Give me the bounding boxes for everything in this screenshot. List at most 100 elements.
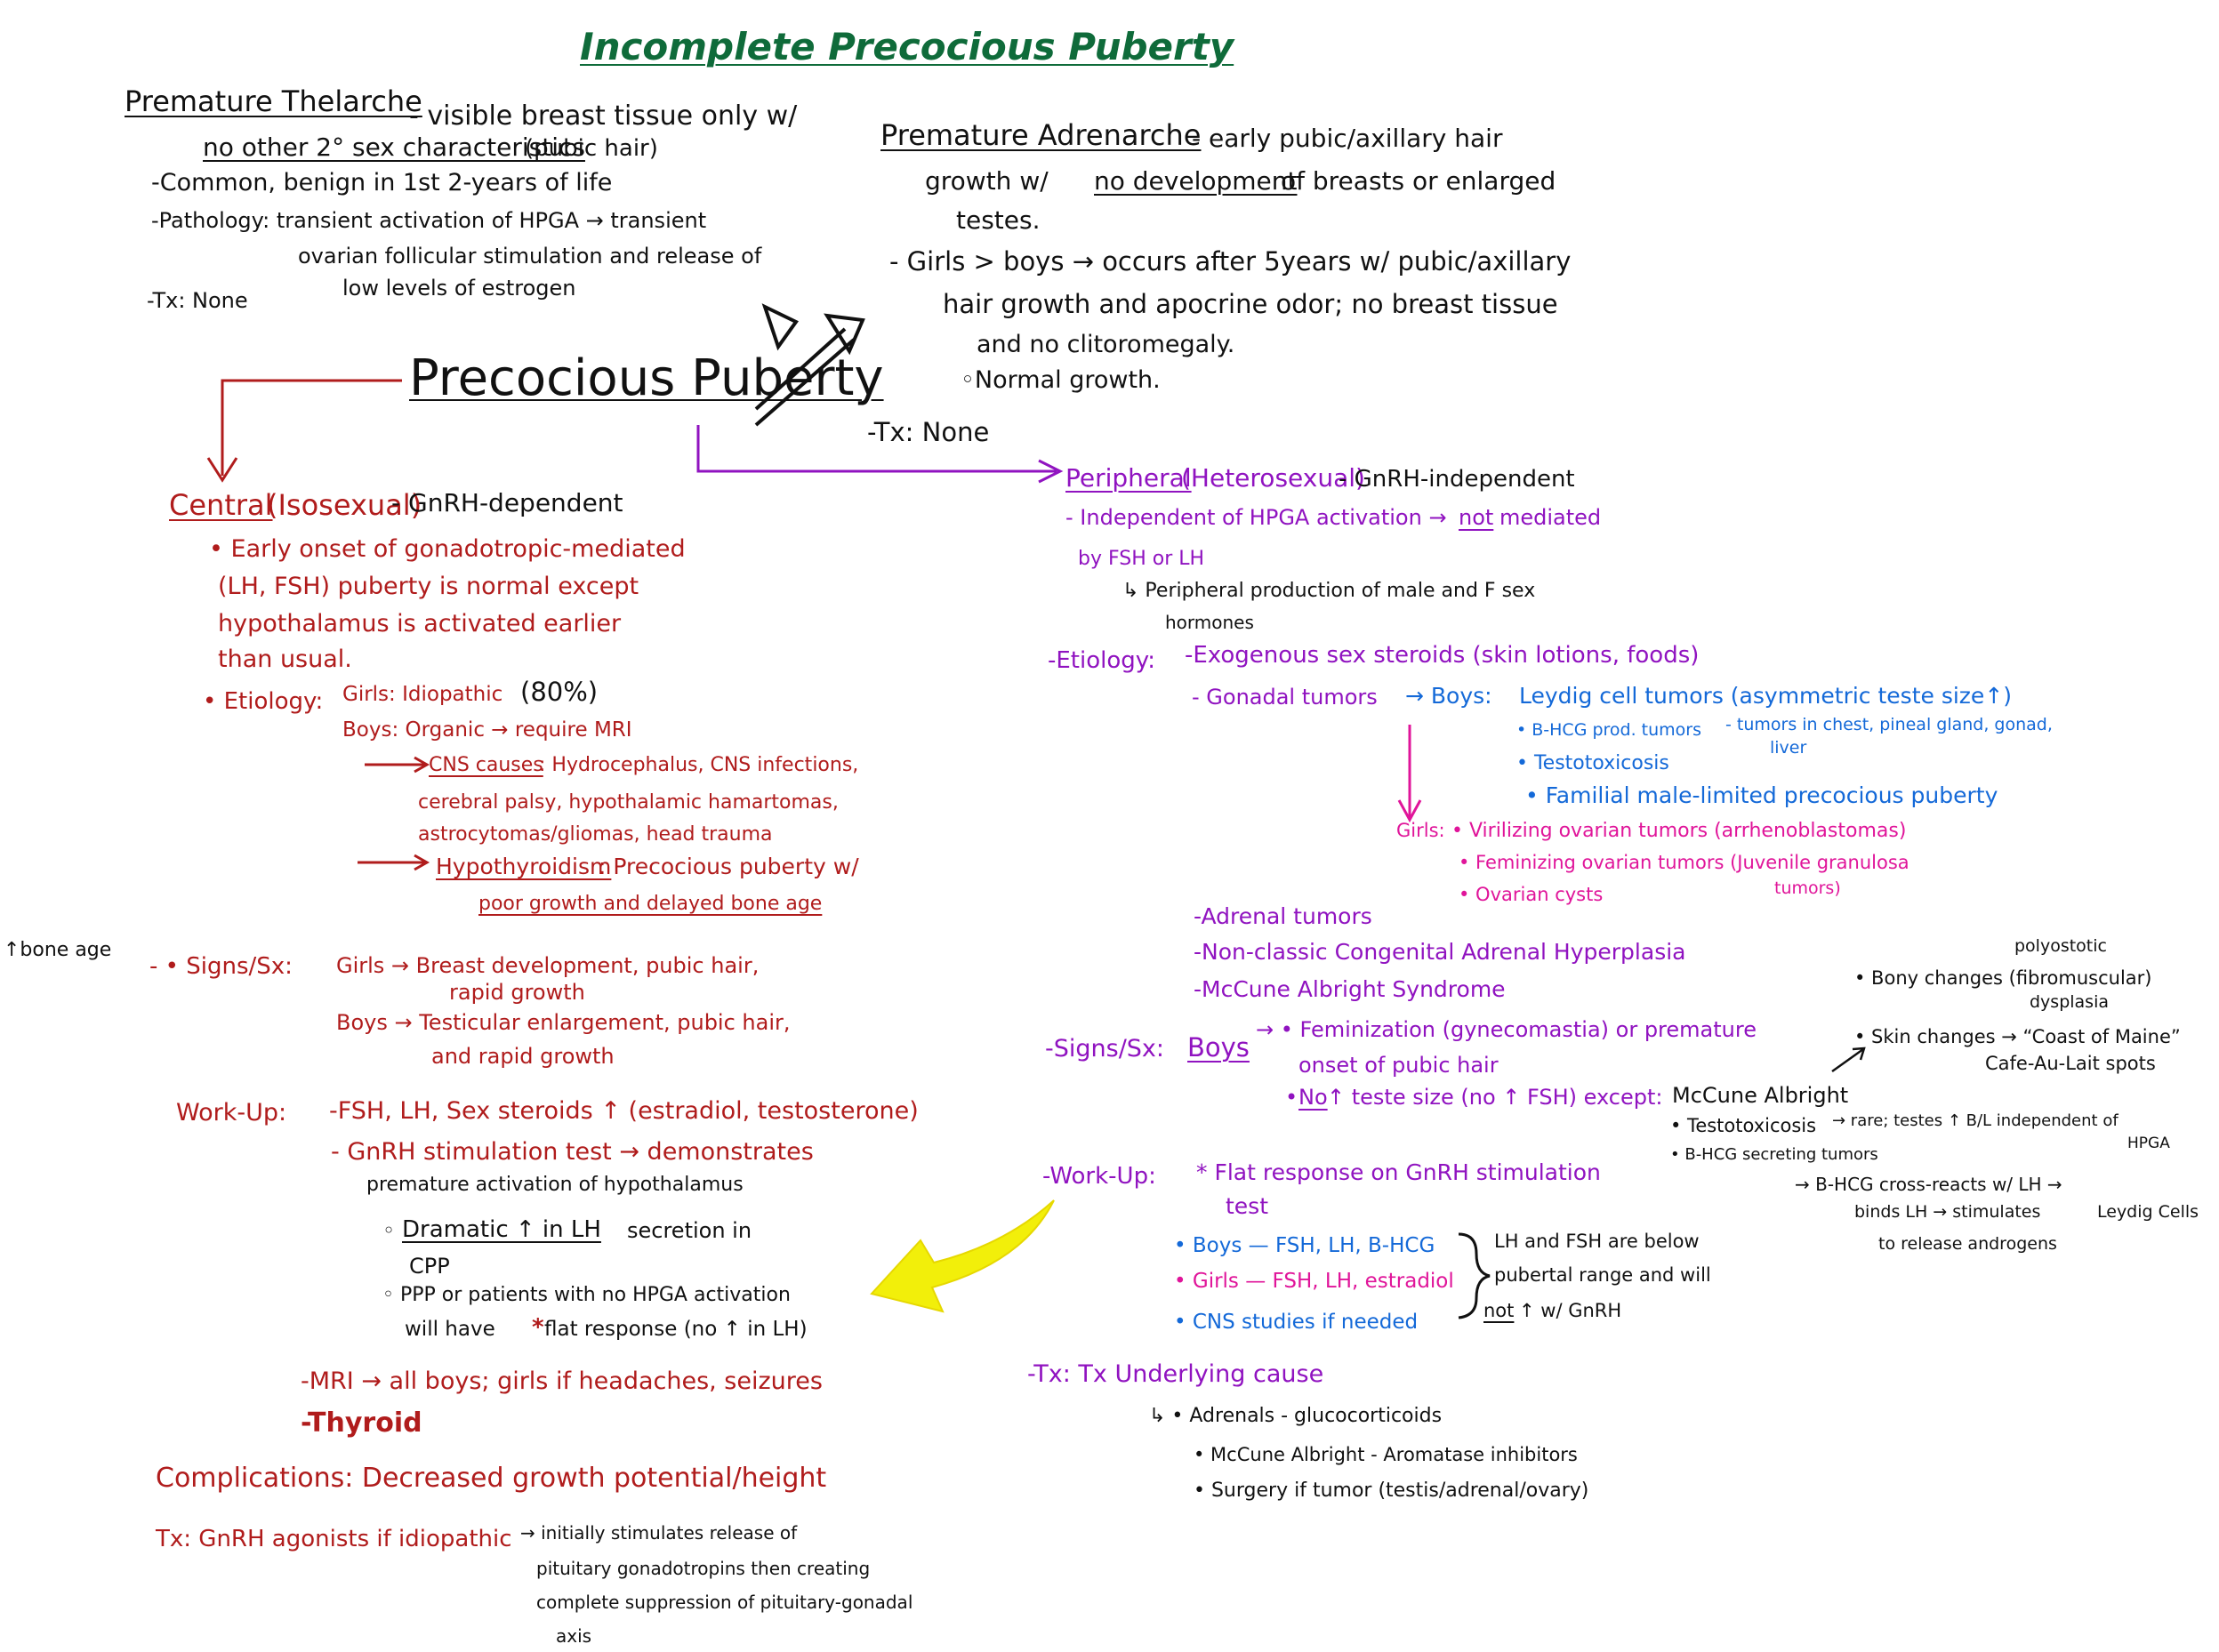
mccune-label: McCune Albright	[1672, 1083, 1849, 1108]
girls-label: Girls:	[1396, 820, 1445, 841]
main-title: Precocious Puberty	[409, 349, 884, 407]
peripheral-signs: onset of pubic hair	[1298, 1053, 1499, 1078]
peripheral-tx: ↳ • Adrenals - glucocorticoids	[1149, 1405, 1443, 1427]
peripheral-tx: • Surgery if tumor (testis/adrenal/ovary…	[1194, 1480, 1589, 1502]
peripheral-etiology-label: -Etiology:	[1048, 647, 1156, 674]
central-workup: - GnRH stimulation test → demonstrates	[331, 1138, 814, 1166]
cns-causes: astrocytomas/gliomas, head trauma	[418, 823, 773, 846]
page-title: Incomplete Precocious Puberty	[580, 25, 1234, 68]
peripheral-desc: not	[1459, 505, 1494, 530]
girls-etiology: • Virilizing ovarian tumors (arrhenoblas…	[1451, 820, 1907, 842]
thelarche-line: -Common, benign in 1st 2-years of life	[151, 169, 613, 196]
peripheral-signs: ↑ teste size (no ↑ FSH) except:	[1327, 1085, 1663, 1110]
peripheral-etiology: -Exogenous sex steroids (skin lotions, f…	[1185, 642, 1700, 669]
central-signs-boys: Boys → Testicular enlargement, pubic hai…	[336, 1010, 791, 1035]
boys-etiology: • Familial male-limited precocious puber…	[1525, 782, 1998, 808]
brace-note: LH and FSH are below	[1494, 1231, 1700, 1252]
thelarche-heading: Premature Thelarche	[125, 84, 422, 118]
central-desc: • Early onset of gonadotropic-mediated	[209, 535, 686, 563]
central-thyroid: -Thyroid	[301, 1407, 422, 1439]
peripheral-signs: No	[1298, 1085, 1328, 1110]
cns-causes: cerebral palsy, hypothalamic hamartomas,	[418, 791, 839, 814]
mccune-bony: polyostotic	[2014, 936, 2107, 956]
central-arrow	[221, 379, 402, 476]
central-etiology-girls: Girls: Idiopathic	[342, 683, 503, 706]
central-dependency: - GnRH-dependent	[391, 488, 623, 517]
central-tx-label: Tx: GnRH agonists if idiopathic	[156, 1526, 512, 1552]
central-workup: premature activation of hypothalamus	[366, 1174, 744, 1196]
peripheral-tx-label: -Tx: Tx Underlying cause	[1027, 1360, 1324, 1388]
peripheral-workup: * Flat response on GnRH stimulation	[1196, 1159, 1601, 1185]
thelarche-line: (pubic hair)	[525, 135, 658, 162]
central-signs-label: - • Signs/Sx:	[149, 953, 293, 980]
adrenarche-line: ◦Normal growth.	[961, 366, 1161, 394]
adrenarche-line: testes.	[956, 205, 1041, 235]
mccune-bony: • Bony changes (fibromuscular)	[1854, 967, 2152, 989]
mccune-bhcg: • B-HCG secreting tumors	[1670, 1145, 1878, 1164]
central-workup: ◦	[382, 1218, 396, 1243]
peripheral-signs: •	[1285, 1085, 1298, 1110]
adrenarche-line: no development	[1094, 166, 1298, 196]
boys-etiology: • B-HCG prod. tumors	[1516, 720, 1702, 740]
central-etiology-boys: Boys: Organic → require MRI	[342, 718, 632, 742]
peripheral-signs-boys: Boys	[1187, 1032, 1250, 1063]
central-tx: pituitary gonadotropins then creating	[536, 1558, 871, 1579]
mccune-testotoxicosis: HPGA	[2127, 1135, 2170, 1152]
brace-note: pubertal range and will	[1494, 1264, 1711, 1286]
girls-etiology: tumors)	[1774, 878, 1841, 898]
central-tx: complete suppression of pituitary-gonada…	[536, 1592, 913, 1613]
cns-causes: : Hydrocephalus, CNS infections,	[539, 754, 859, 776]
bone-age-note: ↑bone age	[4, 939, 112, 961]
peripheral-independence: - GnRH-independent	[1339, 466, 1575, 493]
central-heading: Central	[169, 488, 273, 522]
central-desc: hypothalamus is activated earlier	[218, 610, 622, 638]
peripheral-etiology: -Non-classic Congenital Adrenal Hyperpla…	[1194, 939, 1686, 965]
central-mri: -MRI → all boys; girls if headaches, sei…	[301, 1367, 823, 1395]
girls-etiology: • Ovarian cysts	[1459, 884, 1604, 905]
central-workup-label: Work-Up:	[176, 1099, 287, 1127]
peripheral-signs-label: -Signs/Sx:	[1045, 1035, 1165, 1063]
adrenarche-line: growth w/	[925, 166, 1049, 196]
boys-etiology: - tumors in chest, pineal gland, gonad,	[1725, 715, 2053, 734]
mccune-skin: • Skin changes → “Coast of Maine”	[1854, 1026, 2181, 1047]
central-workup: flat response (no ↑ in LH)	[544, 1318, 808, 1341]
central-tx: axis	[556, 1625, 592, 1647]
central-signs-girls: Girls → Breast development, pubic hair,	[336, 953, 760, 978]
mccune-bhcg: Leydig Cells	[2097, 1202, 2199, 1222]
adrenarche-line: - Girls > boys → occurs after 5years w/ …	[889, 246, 1572, 277]
central-desc: (LH, FSH) puberty is normal except	[218, 573, 639, 600]
peripheral-desc: ↳ Peripheral production of male and F se…	[1122, 580, 1536, 602]
central-signs-boys: and rapid growth	[431, 1044, 615, 1069]
peripheral-etiology: - Gonadal tumors	[1192, 685, 1378, 710]
adrenarche-line: hair growth and apocrine odor; no breast…	[943, 289, 1558, 319]
thelarche-line: ovarian follicular stimulation and relea…	[298, 244, 762, 269]
asterisk-mark: *	[532, 1314, 544, 1341]
boys-etiology: Leydig cell tumors (asymmetric teste siz…	[1519, 683, 2013, 709]
hypothyroidism-label: Hypothyroidism	[436, 854, 612, 879]
central-etiology-pct: (80%)	[520, 677, 599, 707]
peripheral-signs: → • Feminization (gynecomastia) or prema…	[1256, 1017, 1757, 1042]
brace-note: ↑ w/ GnRH	[1519, 1300, 1622, 1321]
peripheral-workup: test	[1226, 1193, 1269, 1219]
mccune-skin: Cafe-Au-Lait spots	[1985, 1053, 2156, 1074]
boys-label: → Boys:	[1405, 683, 1492, 709]
workup-yellow-arrow	[870, 1199, 1055, 1313]
adrenarche-line: -Tx: None	[867, 417, 990, 447]
thelarche-line: - visible breast tissue only w/	[409, 100, 798, 132]
peripheral-desc: mediated	[1499, 505, 1602, 530]
central-workup: secretion in	[627, 1218, 752, 1243]
central-workup: Dramatic ↑ in LH	[402, 1216, 601, 1243]
central-workup: -FSH, LH, Sex steroids ↑ (estradiol, tes…	[329, 1097, 919, 1125]
peripheral-workup-label: -Work-Up:	[1042, 1163, 1156, 1190]
thelarche-line: -Pathology: transient activation of HPGA…	[151, 208, 707, 233]
peripheral-workup-cns: • CNS studies if needed	[1174, 1311, 1419, 1334]
brace-note: not	[1483, 1300, 1515, 1321]
adrenarche-line: of breasts or enlarged	[1281, 166, 1556, 196]
mccune-bony: dysplasia	[2030, 992, 2110, 1012]
central-workup: CPP	[409, 1254, 450, 1279]
peripheral-workup-boys: • Boys — FSH, LH, B-HCG	[1174, 1234, 1435, 1257]
central-tx: → initially stimulates release of	[520, 1522, 798, 1544]
mccune-bhcg: to release androgens	[1878, 1234, 2057, 1254]
mccune-bhcg: binds LH → stimulates	[1854, 1202, 2041, 1222]
peripheral-desc: by FSH or LH	[1078, 548, 1205, 570]
